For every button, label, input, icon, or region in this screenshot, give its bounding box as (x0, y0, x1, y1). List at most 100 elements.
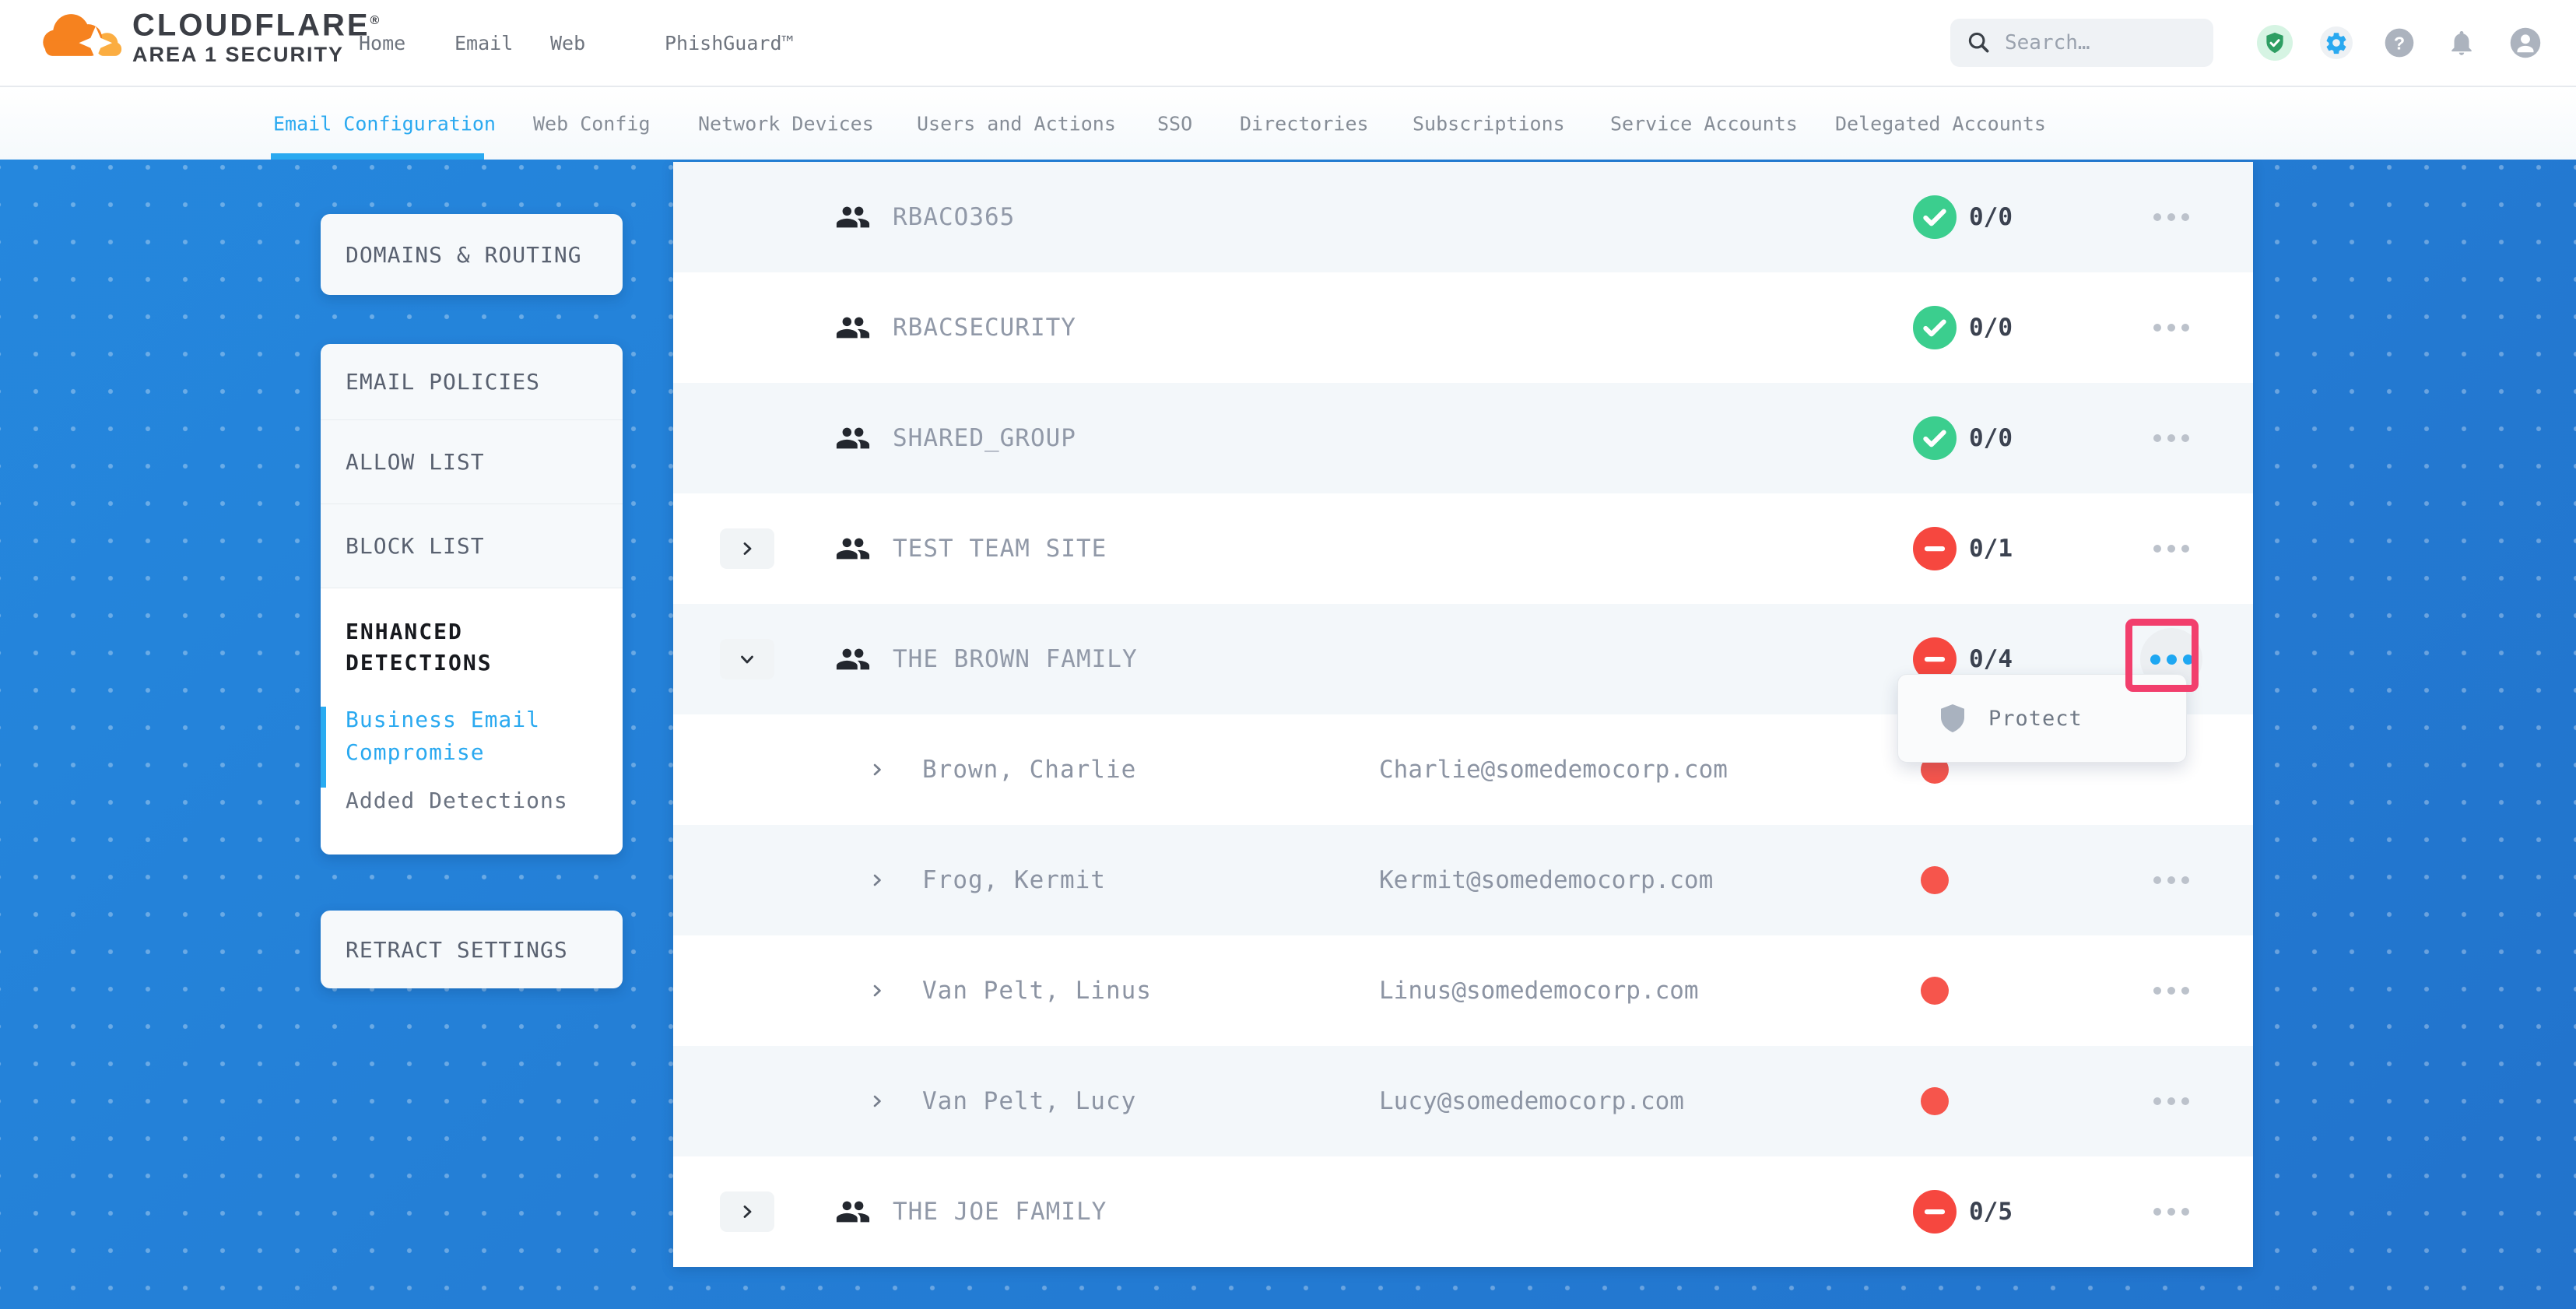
nav-home[interactable]: Home (359, 0, 405, 86)
shield-check-icon[interactable] (2257, 25, 2293, 61)
sidebar-item-block-list[interactable]: BLOCK LIST (321, 504, 623, 588)
row-menu-button[interactable] (2140, 1070, 2202, 1132)
status-unprotected-icon (1913, 527, 1957, 570)
group-name: RBACSECURITY (893, 314, 1076, 342)
sidebar-item-business-email-compromise[interactable]: Business Email Compromise (346, 704, 579, 769)
row-menu-button[interactable] (2140, 518, 2202, 580)
protected-count: 0/4 (1969, 645, 2013, 673)
nav-phishguard[interactable]: PhishGuard™ (665, 0, 794, 86)
cloudflare-cloud-icon (40, 6, 128, 64)
member-name: Brown, Charlie (922, 756, 1136, 784)
chevron-right-icon[interactable] (868, 981, 886, 1000)
status-protected-icon (1913, 416, 1957, 460)
table-row-group[interactable]: RBACO365 0/0 (673, 162, 2253, 272)
app-window: CLOUDFLARE® AREA 1 SECURITY Home Email W… (0, 0, 2576, 1309)
tab-users-and-actions[interactable]: Users and Actions (917, 112, 1116, 135)
table-row-group[interactable]: SHARED_GROUP 0/0 (673, 383, 2253, 493)
row-menu-button[interactable] (2140, 849, 2202, 911)
tab-web-config[interactable]: Web Config (533, 112, 651, 135)
status-unprotected-dot (1921, 866, 1949, 894)
sidebar-policies-card: EMAIL POLICIES ALLOW LIST BLOCK LIST ENH… (321, 344, 623, 855)
brand-title: CLOUDFLARE (132, 8, 370, 42)
nav-web[interactable]: Web (550, 0, 585, 86)
protected-count: 0/0 (1969, 203, 2013, 231)
section-tabs: Email Configuration Web Config Network D… (0, 86, 2576, 160)
tab-network-devices[interactable]: Network Devices (698, 112, 874, 135)
table-row-member[interactable]: Frog, Kermit Kermit@somedemocorp.com (673, 825, 2253, 935)
svg-text:?: ? (2394, 33, 2405, 53)
tab-sso[interactable]: SSO (1157, 112, 1192, 135)
table-row-group[interactable]: RBACSECURITY 0/0 (673, 272, 2253, 383)
group-icon (835, 199, 871, 235)
chevron-right-icon (738, 539, 756, 558)
top-header: CLOUDFLARE® AREA 1 SECURITY Home Email W… (0, 0, 2576, 86)
status-protected-icon (1913, 306, 1957, 349)
chevron-down-icon (738, 650, 756, 669)
help-icon[interactable]: ? (2384, 27, 2415, 58)
group-icon (835, 420, 871, 456)
table-row-group[interactable]: TEST TEAM SITE 0/1 (673, 493, 2253, 604)
menu-item-protect[interactable]: Protect (1988, 707, 2083, 731)
tab-delegated-accounts[interactable]: Delegated Accounts (1835, 112, 2046, 135)
member-email: Kermit@somedemocorp.com (1379, 866, 1713, 894)
search-icon (1966, 30, 1992, 56)
status-unprotected-dot (1921, 977, 1949, 1005)
row-menu-button[interactable] (2140, 297, 2202, 359)
notifications-bell-icon[interactable] (2446, 27, 2477, 58)
group-name: THE BROWN FAMILY (893, 645, 1138, 673)
sidebar-item-added-detections[interactable]: Added Detections (346, 788, 598, 813)
chevron-right-icon (738, 1202, 756, 1221)
sidebar-item-email-policies[interactable]: EMAIL POLICIES (321, 344, 623, 420)
row-menu-button[interactable] (2140, 960, 2202, 1022)
member-email: Lucy@somedemocorp.com (1379, 1087, 1684, 1115)
search-box[interactable] (1950, 19, 2213, 67)
chevron-right-icon[interactable] (868, 760, 886, 779)
sidebar-item-retract-settings[interactable]: RETRACT SETTINGS (321, 911, 623, 988)
cloudflare-logo[interactable]: CLOUDFLARE® AREA 1 SECURITY (40, 3, 381, 66)
member-email: Linus@somedemocorp.com (1379, 977, 1699, 1005)
group-icon (835, 1194, 871, 1230)
row-menu-button[interactable] (2140, 1181, 2202, 1243)
member-name: Frog, Kermit (922, 866, 1106, 894)
brand-text: CLOUDFLARE® AREA 1 SECURITY (132, 3, 381, 66)
brand-subtitle: AREA 1 SECURITY (132, 43, 381, 66)
protected-count: 0/0 (1969, 424, 2013, 452)
row-menu-button[interactable] (2140, 186, 2202, 248)
status-unprotected-icon (1913, 1190, 1957, 1234)
expand-button[interactable] (720, 1191, 774, 1232)
protected-count: 0/1 (1969, 535, 2013, 563)
sidebar-item-enhanced-detections[interactable]: ENHANCED DETECTIONS (346, 616, 579, 679)
chevron-right-icon[interactable] (868, 871, 886, 890)
table-row-member[interactable]: Van Pelt, Lucy Lucy@somedemocorp.com (673, 1046, 2253, 1156)
member-name: Van Pelt, Linus (922, 977, 1152, 1005)
member-email: Charlie@somedemocorp.com (1379, 756, 1728, 784)
annotation-highlight-box (2125, 619, 2199, 692)
protect-shield-icon (1939, 703, 1967, 734)
protected-count: 0/0 (1969, 314, 2013, 342)
sidebar-item-domains-routing[interactable]: DOMAINS & ROUTING (321, 214, 623, 295)
account-icon[interactable] (2509, 26, 2542, 59)
group-name: SHARED_GROUP (893, 424, 1076, 452)
status-unprotected-dot (1921, 1087, 1949, 1115)
group-icon (835, 641, 871, 677)
table-row-group[interactable]: THE JOE FAMILY 0/5 (673, 1156, 2253, 1267)
row-menu-button[interactable] (2140, 407, 2202, 469)
active-item-indicator-bar (321, 707, 326, 788)
collapse-button[interactable] (720, 639, 774, 679)
protected-count: 0/5 (1969, 1198, 2013, 1226)
group-name: THE JOE FAMILY (893, 1198, 1107, 1226)
chevron-right-icon[interactable] (868, 1092, 886, 1111)
expand-button[interactable] (720, 528, 774, 569)
tab-email-configuration[interactable]: Email Configuration (273, 112, 496, 135)
sidebar-item-allow-list[interactable]: ALLOW LIST (321, 420, 623, 504)
group-name: RBACO365 (893, 203, 1015, 231)
nav-email[interactable]: Email (454, 0, 513, 86)
tab-service-accounts[interactable]: Service Accounts (1610, 112, 1798, 135)
search-input[interactable] (2005, 31, 2184, 54)
group-icon (835, 531, 871, 567)
tab-subscriptions[interactable]: Subscriptions (1413, 112, 1565, 135)
group-icon (835, 310, 871, 346)
tab-directories[interactable]: Directories (1240, 112, 1369, 135)
table-row-member[interactable]: Van Pelt, Linus Linus@somedemocorp.com (673, 935, 2253, 1046)
settings-gear-icon[interactable] (2320, 26, 2353, 59)
